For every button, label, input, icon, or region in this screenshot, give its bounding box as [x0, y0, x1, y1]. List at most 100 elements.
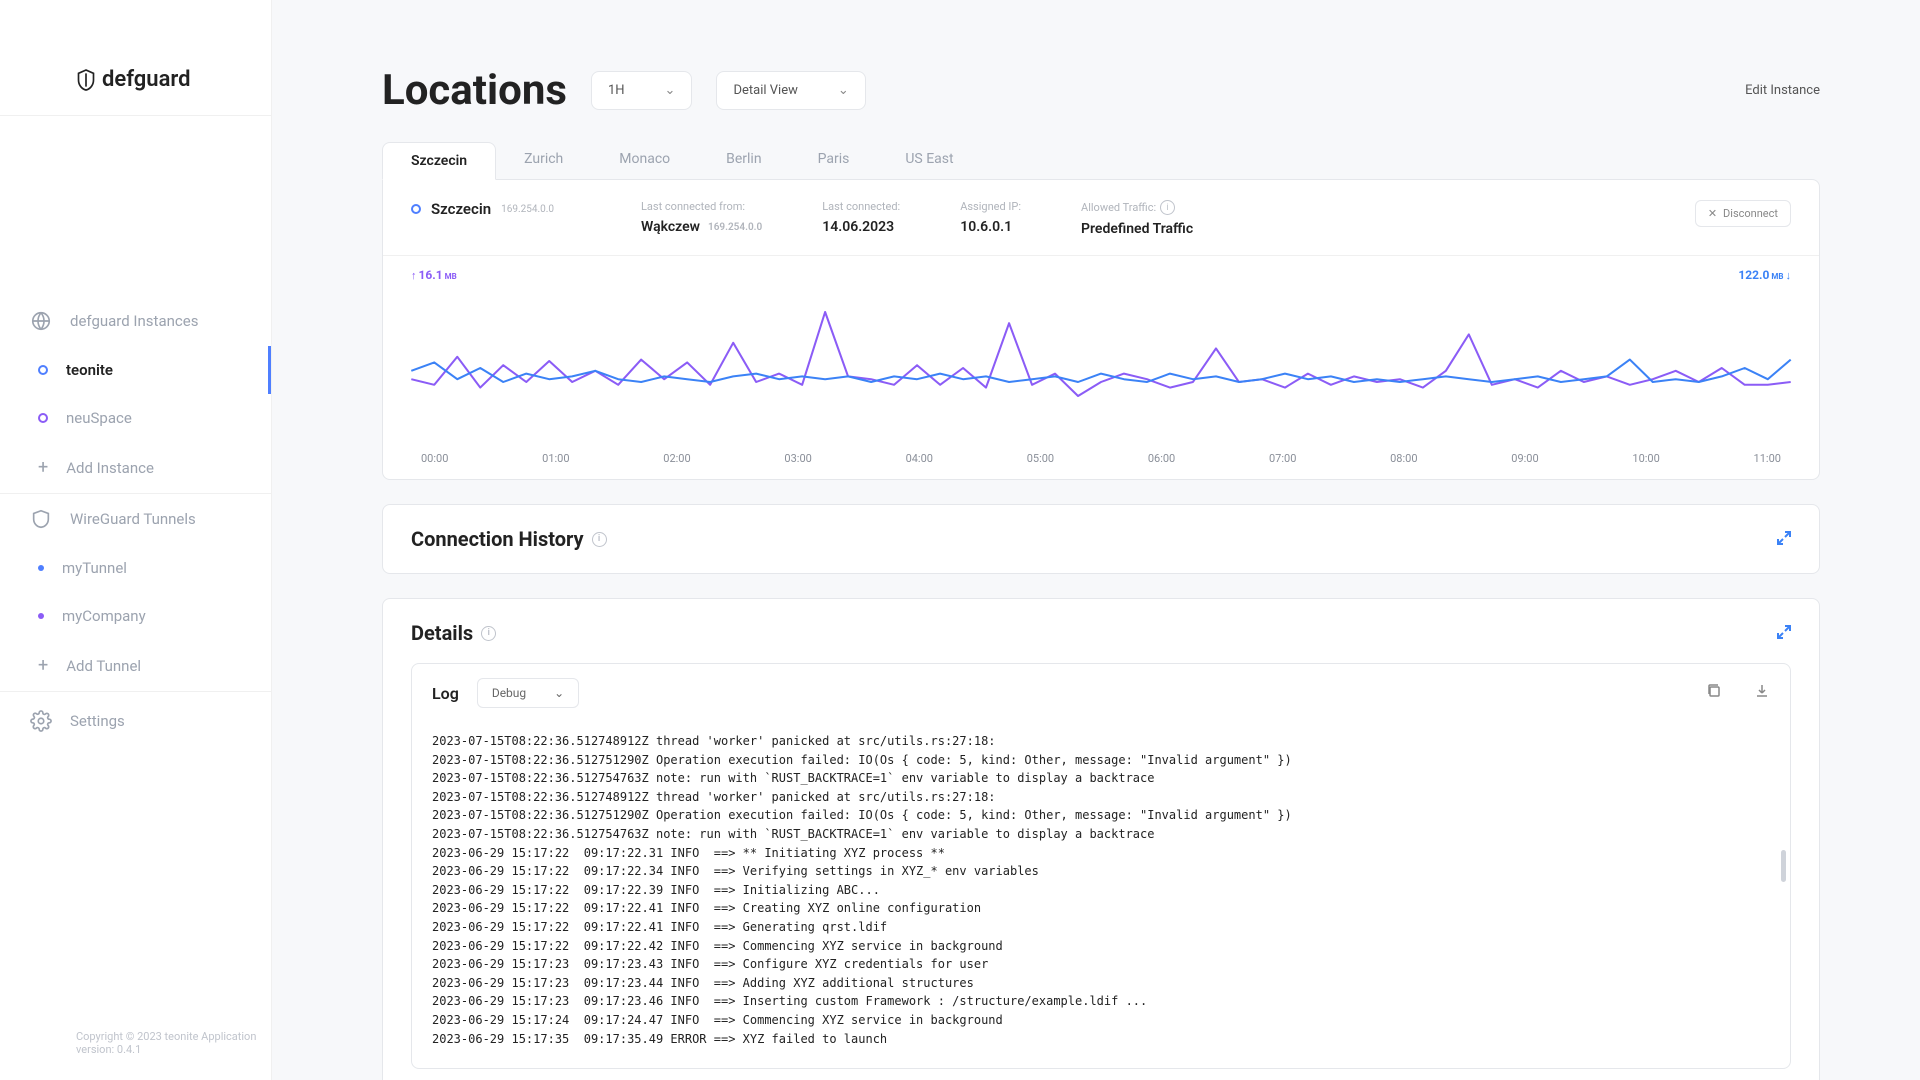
sidebar-item-label: neuSpace [66, 409, 132, 427]
x-label: 05:00 [1027, 452, 1054, 465]
scrollbar-thumb[interactable] [1781, 850, 1786, 882]
select-value: Detail View [733, 83, 797, 98]
kv-value: 10.6.0.1 [960, 219, 1021, 235]
tab-us-east[interactable]: US East [877, 141, 981, 179]
chevron-down-icon: ⌄ [665, 83, 676, 98]
select-value: Debug [492, 686, 526, 700]
title-text: Connection History [411, 527, 584, 551]
value-ip: 169.254.0.0 [708, 222, 762, 233]
details-header: Details i [411, 621, 1791, 645]
kv-label: Assigned IP: [960, 200, 1021, 213]
x-axis-labels: 00:0001:0002:0003:0004:0005:0006:0007:00… [401, 448, 1801, 465]
x-label: 00:00 [421, 452, 448, 465]
nav-header-label: WireGuard Tunnels [70, 510, 196, 528]
sidebar-item-label: Add Tunnel [66, 657, 141, 675]
info-icon[interactable]: i [481, 626, 496, 641]
sidebar-item-mycompany[interactable]: myCompany [0, 592, 271, 640]
sidebar-item-label: myTunnel [62, 559, 127, 577]
edit-instance-link[interactable]: Edit Instance [1745, 83, 1820, 98]
section-title: Connection History i [411, 527, 607, 551]
chart-area: 00:0001:0002:0003:0004:0005:0006:0007:00… [383, 288, 1819, 479]
expand-icon[interactable] [1777, 530, 1791, 549]
download-icon [1754, 683, 1770, 699]
nav-header-instances[interactable]: defguard Instances [0, 296, 271, 346]
stat-unit: MB [1771, 272, 1783, 281]
expand-icon[interactable] [1777, 624, 1791, 643]
sidebar-item-teonite[interactable]: teonite [0, 346, 271, 394]
tab-berlin[interactable]: Berlin [698, 141, 789, 179]
label-text: Allowed Traffic: [1081, 201, 1156, 214]
x-label: 02:00 [663, 452, 690, 465]
stat-unit: MB [445, 272, 457, 281]
dot-icon [38, 413, 48, 423]
close-icon: ✕ [1708, 207, 1717, 220]
kv-value: 14.06.2023 [822, 219, 900, 235]
stat-value: 16.1 [419, 268, 443, 282]
kv-value: Wąkczew 169.254.0.0 [641, 219, 762, 235]
chart-series-download [411, 360, 1790, 382]
main-content: Locations 1H ⌄ Detail View ⌄ Edit Instan… [272, 0, 1920, 1080]
logo: defguard [0, 0, 271, 115]
x-label: 11:00 [1754, 452, 1781, 465]
disconnect-button[interactable]: ✕ Disconnect [1695, 200, 1791, 227]
copy-button[interactable] [1706, 683, 1722, 703]
sidebar-add-tunnel[interactable]: + Add Tunnel [0, 640, 271, 691]
kv-value: Predefined Traffic [1081, 221, 1193, 237]
sidebar-item-label: Settings [70, 712, 125, 730]
location-panel: Szczecin 169.254.0.0 Last connected from… [382, 179, 1820, 480]
gear-icon [30, 710, 52, 732]
copy-icon [1706, 683, 1722, 699]
nav-section-settings: Settings [0, 692, 271, 746]
timerange-select[interactable]: 1H ⌄ [591, 71, 693, 110]
log-title: Log [432, 684, 459, 703]
tab-szczecin[interactable]: Szczecin [382, 142, 496, 180]
info-icon[interactable]: i [1160, 200, 1175, 215]
kv-assigned-ip: Assigned IP: 10.6.0.1 [960, 200, 1021, 235]
download-stat: 122.0 MB ↓ [1738, 268, 1791, 282]
kv-label: Last connected: [822, 200, 900, 213]
sidebar-item-neuspace[interactable]: neuSpace [0, 394, 271, 442]
x-label: 01:00 [542, 452, 569, 465]
log-content[interactable]: 2023-07-15T08:22:36.512748912Z thread 'w… [412, 722, 1790, 1068]
defguard-logo-icon [76, 68, 96, 92]
x-label: 07:00 [1269, 452, 1296, 465]
title-text: Details [411, 621, 473, 645]
connection-history-panel: Connection History i [382, 504, 1820, 574]
section-title: Details i [411, 621, 496, 645]
divider [0, 115, 271, 116]
download-button[interactable] [1754, 683, 1770, 703]
kv-label: Last connected from: [641, 200, 762, 213]
nav-header-tunnels[interactable]: WireGuard Tunnels [0, 494, 271, 544]
nav-section-instances: defguard Instances teonite neuSpace + Ad… [0, 296, 271, 493]
kv-last-connected-from: Last connected from: Wąkczew 169.254.0.0 [641, 200, 762, 235]
traffic-chart [401, 288, 1801, 448]
arrow-up-icon: ↑ [411, 269, 417, 282]
stat-value: 122.0 [1738, 268, 1769, 282]
dot-icon [38, 613, 44, 619]
info-icon[interactable]: i [592, 532, 607, 547]
value-text: Wąkczew [641, 219, 700, 235]
tab-zurich[interactable]: Zurich [496, 141, 591, 179]
dot-icon [38, 365, 48, 375]
globe-icon [30, 310, 52, 332]
chevron-down-icon: ⌄ [838, 83, 849, 98]
view-mode-select[interactable]: Detail View ⌄ [716, 71, 865, 110]
kv-last-connected: Last connected: 14.06.2023 [822, 200, 900, 235]
sidebar-add-instance[interactable]: + Add Instance [0, 442, 271, 493]
shield-icon [30, 508, 52, 530]
button-label: Disconnect [1723, 207, 1778, 220]
tab-monaco[interactable]: Monaco [591, 141, 698, 179]
kv-allowed-traffic: Allowed Traffic: i Predefined Traffic [1081, 200, 1193, 237]
sidebar-item-label: Add Instance [66, 459, 154, 477]
x-label: 06:00 [1148, 452, 1175, 465]
location-header: Szczecin 169.254.0.0 Last connected from… [383, 180, 1819, 256]
kv-label: Allowed Traffic: i [1081, 200, 1193, 215]
log-level-select[interactable]: Debug ⌄ [477, 678, 579, 708]
sidebar-item-mytunnel[interactable]: myTunnel [0, 544, 271, 592]
details-panel: Details i Log Debug ⌄ [382, 598, 1820, 1080]
tab-paris[interactable]: Paris [790, 141, 878, 179]
x-label: 10:00 [1632, 452, 1659, 465]
nav-header-label: defguard Instances [70, 312, 198, 330]
sidebar-settings[interactable]: Settings [0, 692, 271, 746]
main-header: Locations 1H ⌄ Detail View ⌄ Edit Instan… [382, 66, 1820, 115]
